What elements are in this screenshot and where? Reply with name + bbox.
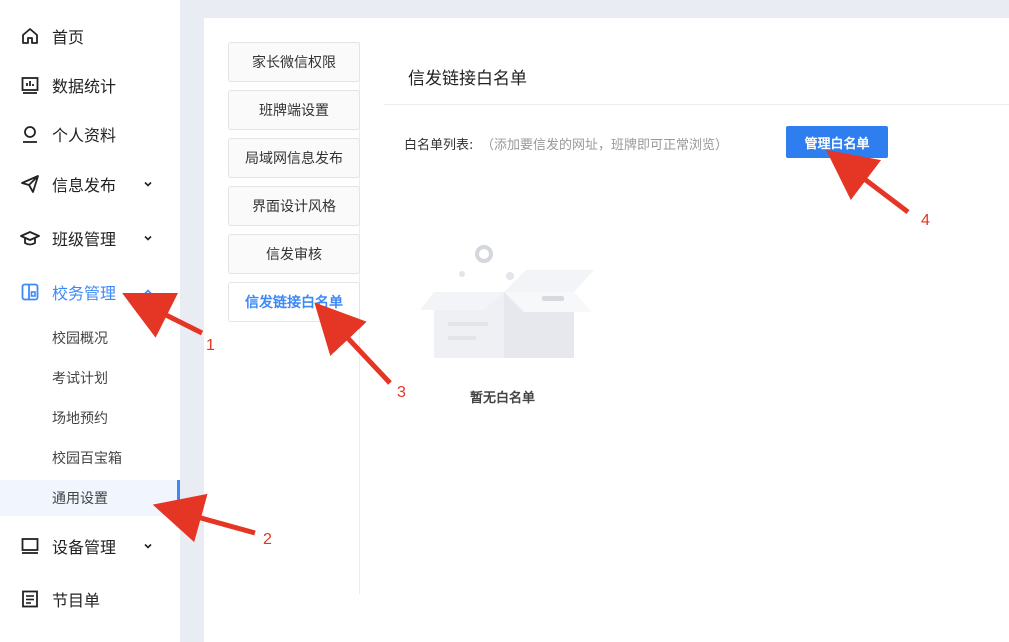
annotation-number-2: 2 — [263, 531, 272, 548]
graduation-cap-icon — [19, 227, 41, 249]
sidebar-item-publish[interactable]: 信息发布 — [0, 164, 180, 204]
subnav-item-venue-booking[interactable]: 场地预约 — [0, 400, 180, 436]
annotation-number-4: 4 — [921, 212, 930, 229]
sidebar-item-device-management[interactable]: 设备管理 — [0, 526, 180, 566]
tab-class-board-settings[interactable]: 班牌端设置 — [228, 90, 360, 130]
sidebar-item-program-list[interactable]: 节目单 — [0, 579, 180, 619]
tab-parent-wechat-permission[interactable]: 家长微信权限 — [228, 42, 360, 82]
sidebar-item-label: 班级管理 — [52, 230, 117, 249]
chevron-down-icon[interactable] — [142, 540, 154, 552]
manage-whitelist-button[interactable]: 管理白名单 — [786, 126, 888, 158]
whitelist-hint: （添加要信发的网址，班牌即可正常浏览） — [481, 138, 729, 153]
sidebar-item-school-affairs[interactable]: 校务管理 — [0, 272, 180, 312]
subnav-item-campus-overview[interactable]: 校园概况 — [0, 320, 180, 356]
sidebar-item-profile[interactable]: 个人资料 — [0, 114, 180, 154]
sidebar-item-label: 信息发布 — [52, 176, 117, 195]
empty-state-text: 暂无白名单 — [470, 391, 536, 406]
tab-link-whitelist[interactable]: 信发链接白名单 — [228, 282, 360, 322]
annotation-number-1: 1 — [206, 337, 215, 354]
user-icon — [19, 123, 41, 145]
sidebar-item-class-management[interactable]: 班级管理 — [0, 218, 180, 258]
settings-card: 家长微信权限 班牌端设置 局域网信息发布 界面设计风格 信发审核 信发链接白名单… — [204, 18, 1009, 642]
document-icon — [19, 588, 41, 610]
page-title: 信发链接白名单 — [408, 69, 527, 89]
sidebar-item-label: 校务管理 — [52, 284, 117, 303]
settings-tabs: 家长微信权限 班牌端设置 局域网信息发布 界面设计风格 信发审核 信发链接白名单 — [228, 42, 360, 594]
chart-icon — [19, 74, 41, 96]
tab-lan-publish[interactable]: 局域网信息发布 — [228, 138, 360, 178]
tab-publish-review[interactable]: 信发审核 — [228, 234, 360, 274]
sidebar-item-label: 个人资料 — [52, 126, 117, 145]
tab-ui-style[interactable]: 界面设计风格 — [228, 186, 360, 226]
chevron-down-icon[interactable] — [142, 232, 154, 244]
subnav-item-campus-toolbox[interactable]: 校园百宝箱 — [0, 440, 180, 476]
home-icon — [19, 25, 41, 47]
sidebar-item-label: 设备管理 — [52, 538, 117, 557]
sidebar-item-label: 首页 — [52, 28, 85, 47]
sidebar: 首页 数据统计 个人资料 信息发布 班级管理 校务管理 校园概况 考试计划 场地… — [0, 0, 180, 642]
subnav-item-general-settings[interactable]: 通用设置 — [0, 480, 180, 516]
sidebar-item-home[interactable]: 首页 — [0, 16, 180, 56]
chevron-down-icon[interactable] — [142, 178, 154, 190]
chevron-up-icon[interactable] — [142, 286, 154, 298]
subnav-item-exam-plan[interactable]: 考试计划 — [0, 360, 180, 396]
annotation-number-3: 3 — [397, 384, 406, 401]
sidebar-item-label: 数据统计 — [52, 77, 117, 96]
send-icon — [19, 173, 41, 195]
whitelist-label: 白名单列表: — [404, 138, 474, 153]
empty-box-illustration — [414, 240, 594, 366]
sidebar-item-label: 节目单 — [52, 591, 101, 610]
monitor-icon — [19, 535, 41, 557]
divider — [384, 104, 1009, 105]
school-affairs-icon — [19, 281, 41, 303]
sidebar-item-statistics[interactable]: 数据统计 — [0, 65, 180, 105]
